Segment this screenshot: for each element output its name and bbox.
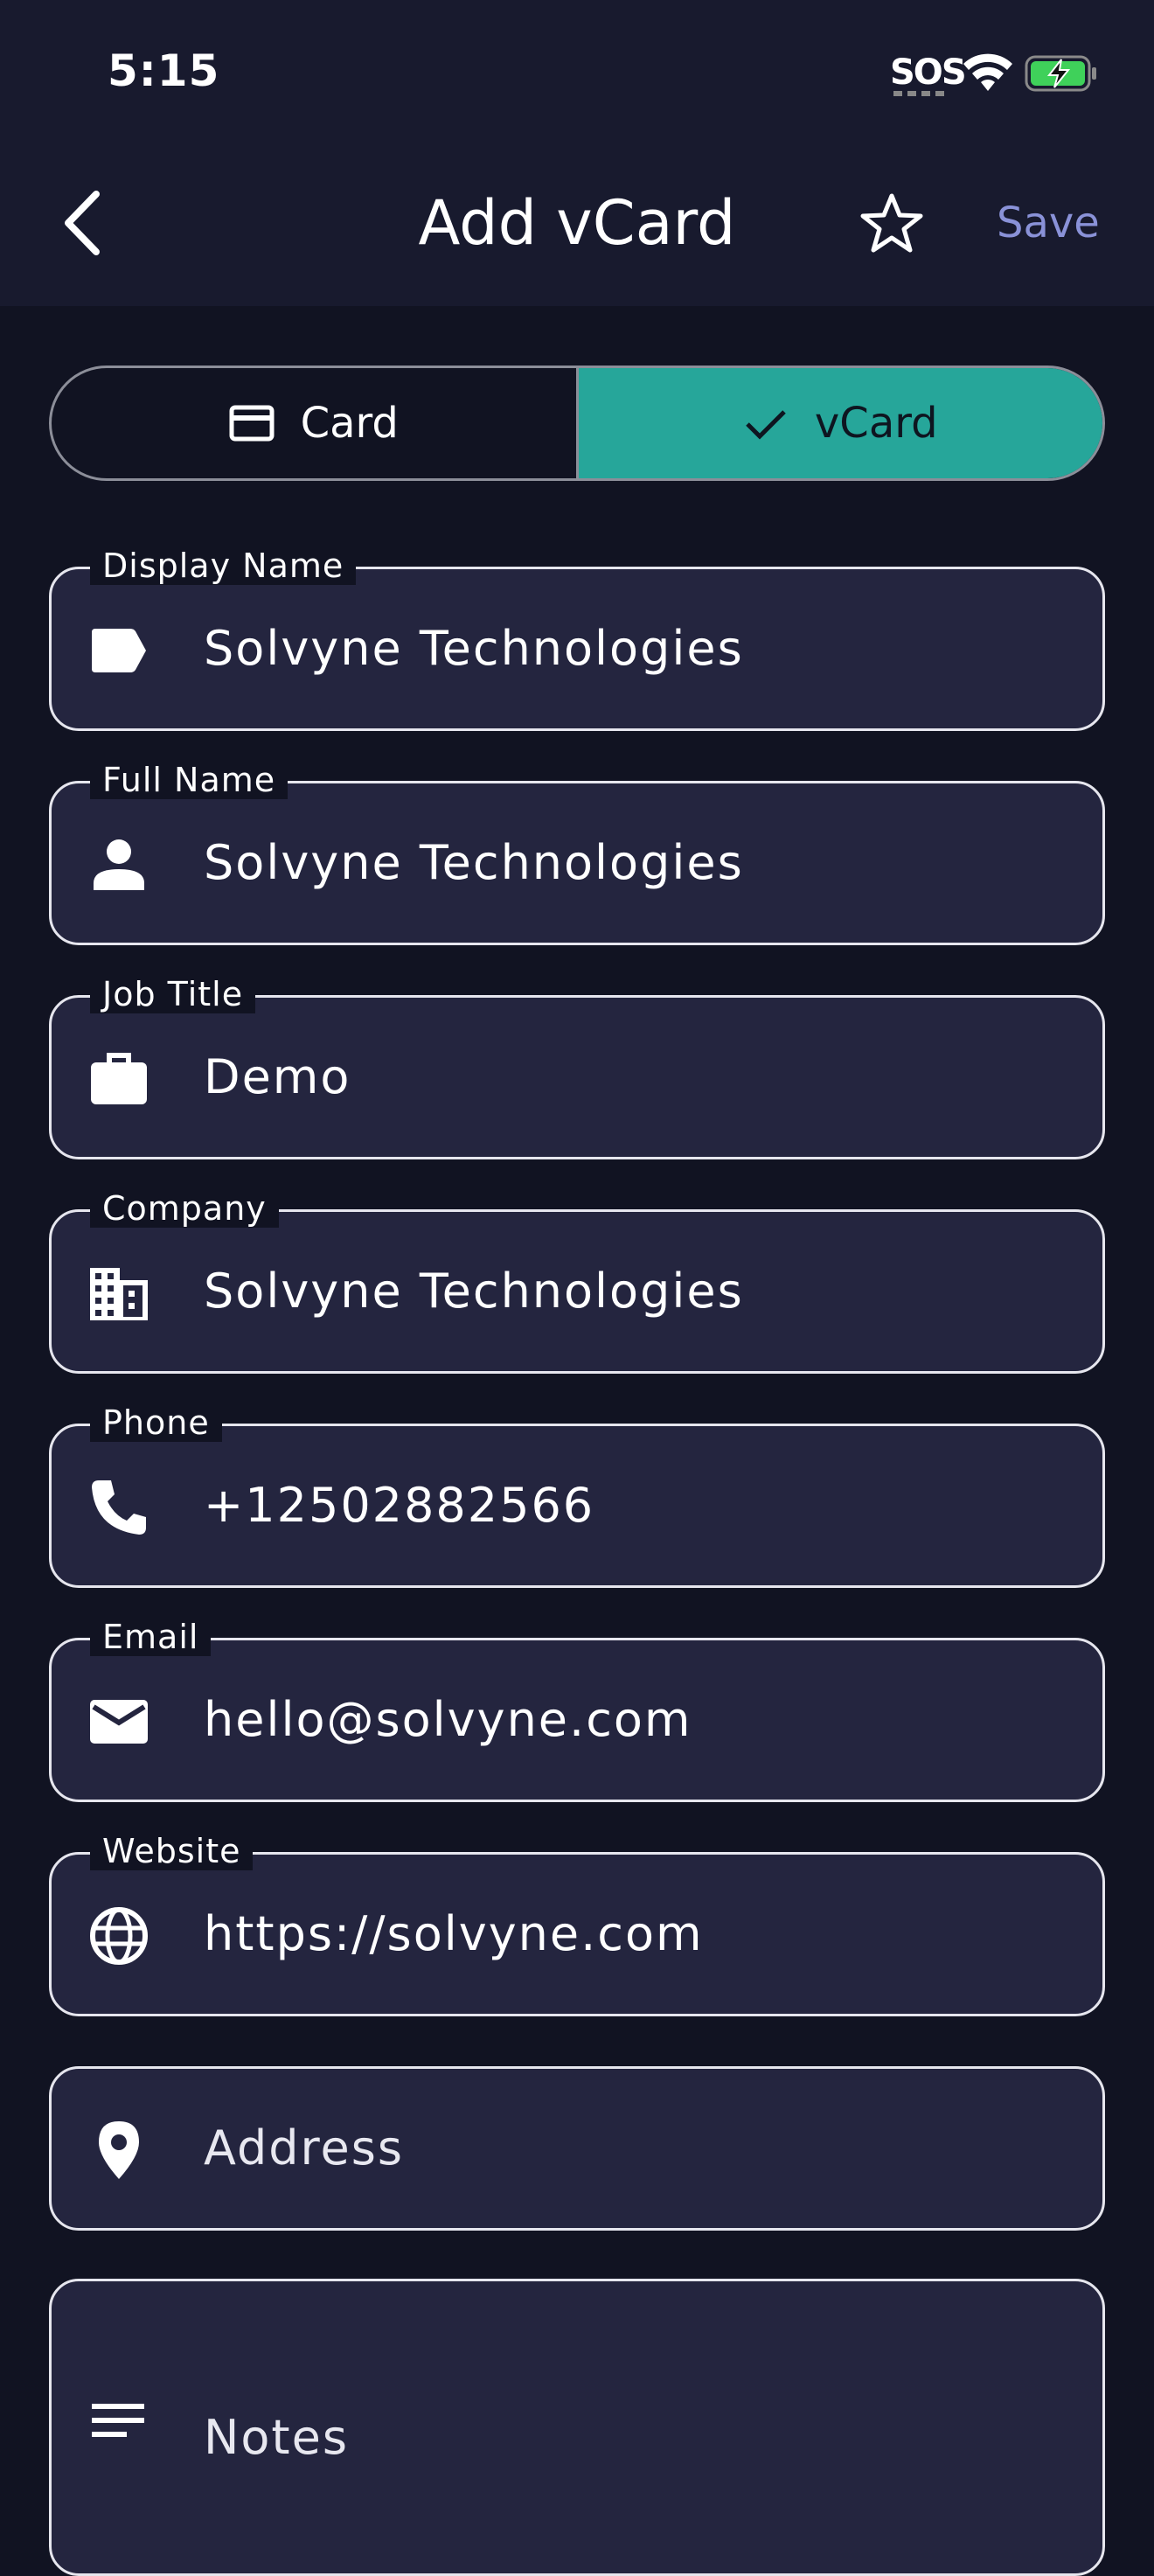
- sos-indicator: SOS: [890, 52, 967, 93]
- building-icon: [90, 1268, 148, 1320]
- page-title: Add vCard: [418, 187, 736, 259]
- briefcase-icon: [91, 1053, 147, 1104]
- segment-card[interactable]: Card: [52, 368, 579, 478]
- card-type-toggle: Card vCard: [49, 366, 1105, 481]
- signal-dots-icon: [893, 91, 944, 96]
- address-field[interactable]: Address: [49, 2066, 1105, 2231]
- company-field[interactable]: Company Solvyne Technologies: [49, 1189, 1105, 1374]
- star-favorite-icon[interactable]: [859, 191, 925, 257]
- person-icon: [94, 839, 144, 890]
- full-name-field[interactable]: Full Name Solvyne Technologies: [49, 761, 1105, 945]
- globe-icon: [90, 1907, 148, 1965]
- segment-card-label: Card: [300, 399, 399, 448]
- notes-input[interactable]: Notes: [204, 2281, 349, 2461]
- field-label: Email: [90, 1618, 212, 1656]
- email-field[interactable]: Email hello@solvyne.com: [49, 1618, 1105, 1802]
- wifi-icon: [963, 53, 1012, 91]
- company-input[interactable]: Solvyne Technologies: [204, 1212, 744, 1371]
- phone-input[interactable]: +12502882566: [204, 1426, 594, 1585]
- phone-icon: [92, 1480, 146, 1535]
- email-input[interactable]: hello@solvyne.com: [204, 1640, 692, 1800]
- field-label: Phone: [90, 1403, 222, 1442]
- notes-field[interactable]: Notes: [49, 2279, 1105, 2576]
- website-input[interactable]: https://solvyne.com: [204, 1855, 704, 2014]
- segment-vcard[interactable]: vCard: [578, 368, 1102, 478]
- notes-icon: [92, 2404, 144, 2437]
- status-time: 5:15: [108, 45, 220, 96]
- display-name-field[interactable]: Display Name Solvyne Technologies: [49, 547, 1105, 731]
- website-field[interactable]: Website https://solvyne.com: [49, 1832, 1105, 2016]
- location-pin-icon: [99, 2121, 139, 2179]
- battery-charging-icon: [1025, 55, 1096, 92]
- check-icon: [746, 410, 786, 440]
- address-input[interactable]: Address: [204, 2069, 404, 2228]
- top-bar: 5:15 SOS Add vCard Save: [0, 0, 1154, 306]
- label-icon: [92, 629, 146, 672]
- job-title-input[interactable]: Demo: [204, 998, 351, 1157]
- segment-vcard-label: vCard: [814, 399, 938, 448]
- mail-icon: [90, 1700, 148, 1744]
- credit-card-icon: [229, 405, 275, 442]
- save-button[interactable]: Save: [997, 197, 1100, 249]
- full-name-input[interactable]: Solvyne Technologies: [204, 783, 744, 943]
- job-title-field[interactable]: Job Title Demo: [49, 975, 1105, 1159]
- phone-field[interactable]: Phone +12502882566: [49, 1403, 1105, 1588]
- display-name-input[interactable]: Solvyne Technologies: [204, 569, 744, 728]
